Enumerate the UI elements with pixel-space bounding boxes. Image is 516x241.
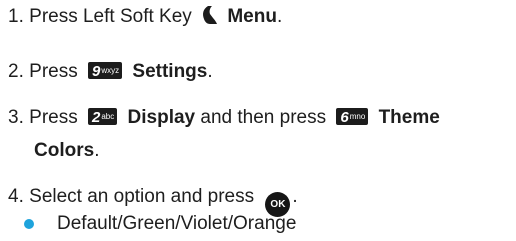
theme-label: Theme (378, 107, 440, 128)
step-3-text: Press (29, 107, 78, 128)
key-9-icon: 9wxyz (88, 62, 123, 80)
key-2-icon: 2abc (88, 108, 118, 126)
step-3-number: 3. (8, 107, 24, 128)
step-4-number: 4. (8, 186, 24, 207)
left-soft-key-icon (203, 6, 218, 24)
step-1-number: 1. (8, 6, 24, 27)
option-text: Default/Green/Violet/Orange (57, 213, 297, 234)
key-6-icon: 6mno (336, 108, 369, 126)
step-1-text: Press Left Soft Key (29, 6, 192, 27)
step-3: 3. Press 2abc Display and then press 6mn… (8, 106, 440, 130)
step-3-middle: and then press (200, 107, 327, 128)
colors-label: Colors (34, 140, 95, 161)
step-3-continuation: Colors. (34, 140, 100, 161)
step-2-text: Press (29, 61, 78, 82)
step-4-text: Select an option and press (29, 186, 255, 207)
option-list-item: Default/Green/Violet/Orange (57, 212, 296, 236)
bullet-icon (24, 219, 34, 229)
display-label: Display (127, 107, 196, 128)
menu-label: Menu (227, 6, 277, 27)
step-1: 1. Press Left Soft Key Menu. (8, 6, 283, 27)
step-2: 2. Press 9wxyz Settings. (8, 61, 213, 82)
settings-label: Settings (132, 61, 208, 82)
step-2-number: 2. (8, 61, 24, 82)
